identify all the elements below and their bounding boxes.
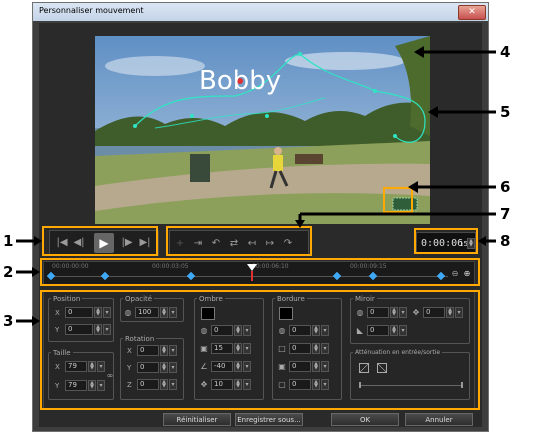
callout-number-3: 3 xyxy=(3,312,14,330)
callout-number-4: 4 xyxy=(500,43,511,61)
callout-arrows xyxy=(16,46,496,326)
callout-number-6: 6 xyxy=(500,178,511,196)
callout-number-7: 7 xyxy=(500,205,511,223)
callout-number-8: 8 xyxy=(500,232,511,250)
callout-number-5: 5 xyxy=(500,103,511,121)
callout-number-2: 2 xyxy=(3,263,14,281)
callout-number-1: 1 xyxy=(3,232,14,250)
